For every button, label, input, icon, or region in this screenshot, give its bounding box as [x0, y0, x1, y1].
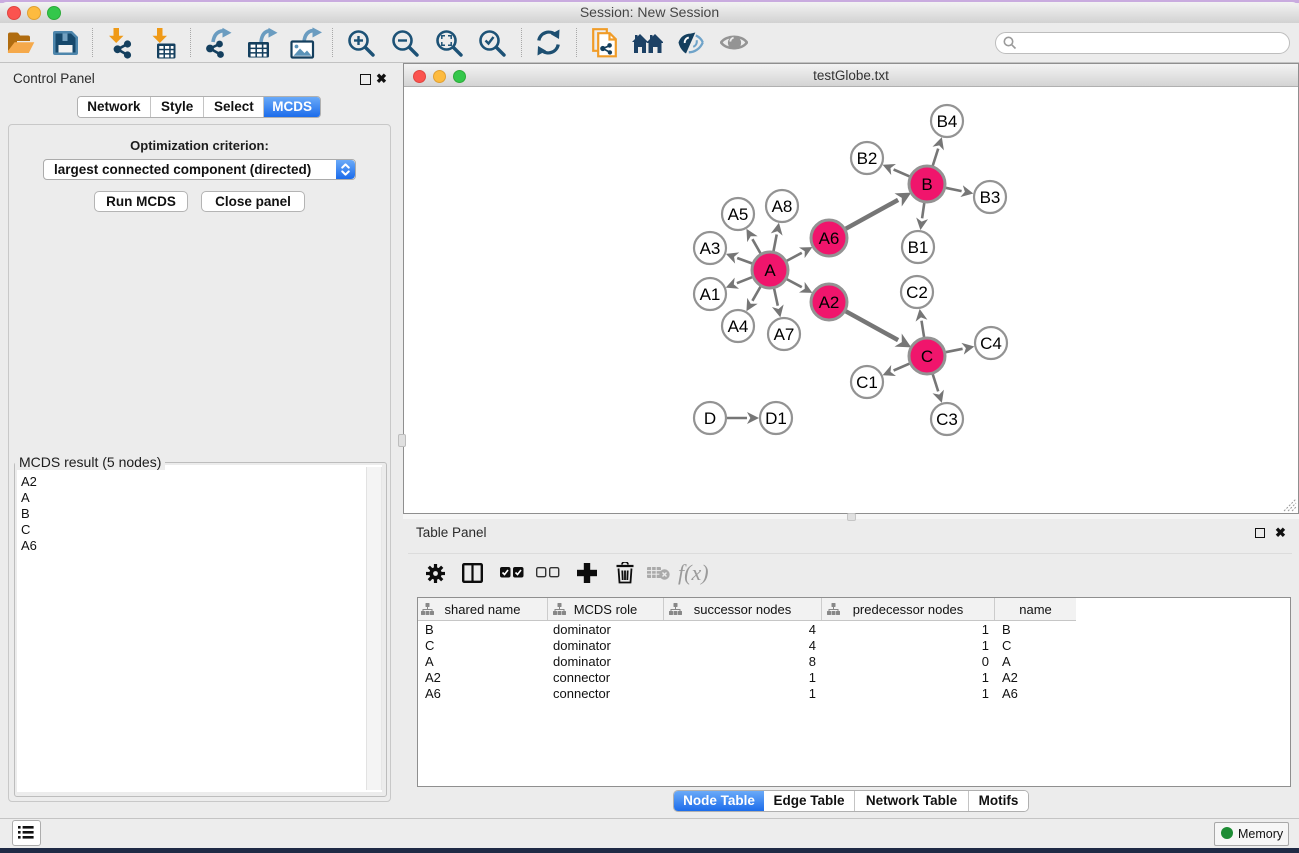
svg-text:C2: C2 [906, 283, 928, 302]
svg-text:B1: B1 [908, 238, 929, 257]
svg-text:B4: B4 [937, 112, 958, 131]
svg-text:B2: B2 [857, 149, 878, 168]
svg-text:A2: A2 [819, 293, 840, 312]
svg-text:A3: A3 [700, 239, 721, 258]
svg-text:A6: A6 [819, 229, 840, 248]
svg-text:B3: B3 [980, 188, 1001, 207]
svg-text:C1: C1 [856, 373, 878, 392]
svg-text:C4: C4 [980, 334, 1002, 353]
svg-text:A1: A1 [700, 285, 721, 304]
svg-text:D: D [704, 409, 716, 428]
svg-text:A: A [764, 261, 776, 280]
svg-text:C3: C3 [936, 410, 958, 429]
svg-text:A4: A4 [728, 317, 749, 336]
svg-text:A5: A5 [728, 205, 749, 224]
svg-text:B: B [921, 175, 932, 194]
svg-text:A7: A7 [774, 325, 795, 344]
svg-text:C: C [921, 347, 933, 366]
svg-text:D1: D1 [765, 409, 787, 428]
svg-text:A8: A8 [772, 197, 793, 216]
